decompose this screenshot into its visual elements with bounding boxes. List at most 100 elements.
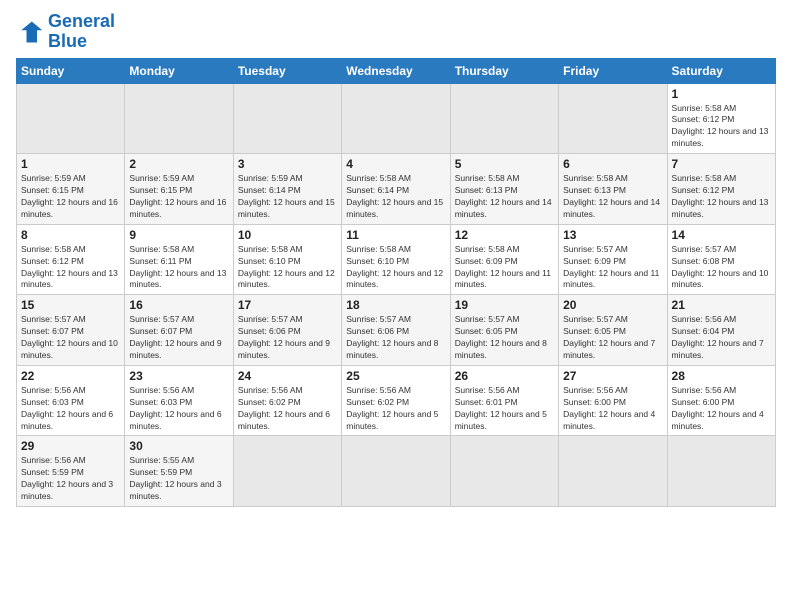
logo-icon [16, 18, 44, 46]
col-thursday: Thursday [450, 58, 558, 83]
day-number: 30 [129, 439, 228, 453]
day-number: 18 [346, 298, 445, 312]
day-number: 27 [563, 369, 662, 383]
day-info: Sunrise: 5:57 AMSunset: 6:05 PMDaylight:… [455, 314, 554, 362]
table-row: 14 Sunrise: 5:57 AMSunset: 6:08 PMDaylig… [667, 224, 775, 295]
table-row: 26 Sunrise: 5:56 AMSunset: 6:01 PMDaylig… [450, 365, 558, 436]
day-number: 13 [563, 228, 662, 242]
day-number: 5 [455, 157, 554, 171]
day-number: 15 [21, 298, 120, 312]
day-info: Sunrise: 5:57 AMSunset: 6:06 PMDaylight:… [346, 314, 445, 362]
calendar-table: Sunday Monday Tuesday Wednesday Thursday… [16, 58, 776, 507]
table-row: 5 Sunrise: 5:58 AMSunset: 6:13 PMDayligh… [450, 154, 558, 225]
day-info: Sunrise: 5:56 AMSunset: 6:02 PMDaylight:… [346, 385, 445, 433]
day-info: Sunrise: 5:55 AMSunset: 5:59 PMDaylight:… [129, 455, 228, 503]
day-number: 1 [21, 157, 120, 171]
table-row [125, 83, 233, 154]
table-row: 20 Sunrise: 5:57 AMSunset: 6:05 PMDaylig… [559, 295, 667, 366]
day-info: Sunrise: 5:56 AMSunset: 6:00 PMDaylight:… [672, 385, 771, 433]
logo-text: General Blue [48, 12, 115, 52]
day-number: 20 [563, 298, 662, 312]
day-info: Sunrise: 5:58 AMSunset: 6:13 PMDaylight:… [563, 173, 662, 221]
table-row: 4 Sunrise: 5:58 AMSunset: 6:14 PMDayligh… [342, 154, 450, 225]
day-number: 1 [672, 87, 771, 101]
day-info: Sunrise: 5:58 AMSunset: 6:12 PMDaylight:… [672, 103, 771, 151]
table-row: 1 Sunrise: 5:58 AMSunset: 6:12 PMDayligh… [667, 83, 775, 154]
day-info: Sunrise: 5:57 AMSunset: 6:08 PMDaylight:… [672, 244, 771, 292]
table-row: 29 Sunrise: 5:56 AMSunset: 5:59 PMDaylig… [17, 436, 125, 507]
table-row: 21 Sunrise: 5:56 AMSunset: 6:04 PMDaylig… [667, 295, 775, 366]
day-info: Sunrise: 5:56 AMSunset: 5:59 PMDaylight:… [21, 455, 120, 503]
day-number: 3 [238, 157, 337, 171]
table-row: 6 Sunrise: 5:58 AMSunset: 6:13 PMDayligh… [559, 154, 667, 225]
day-number: 4 [346, 157, 445, 171]
table-row: 15 Sunrise: 5:57 AMSunset: 6:07 PMDaylig… [17, 295, 125, 366]
table-row: 2 Sunrise: 5:59 AMSunset: 6:15 PMDayligh… [125, 154, 233, 225]
day-info: Sunrise: 5:58 AMSunset: 6:11 PMDaylight:… [129, 244, 228, 292]
col-tuesday: Tuesday [233, 58, 341, 83]
day-number: 25 [346, 369, 445, 383]
header: General Blue [16, 12, 776, 52]
col-saturday: Saturday [667, 58, 775, 83]
day-number: 16 [129, 298, 228, 312]
col-sunday: Sunday [17, 58, 125, 83]
table-row [450, 83, 558, 154]
day-number: 23 [129, 369, 228, 383]
table-row [342, 83, 450, 154]
table-row: 3 Sunrise: 5:59 AMSunset: 6:14 PMDayligh… [233, 154, 341, 225]
day-number: 24 [238, 369, 337, 383]
day-number: 21 [672, 298, 771, 312]
day-info: Sunrise: 5:56 AMSunset: 6:02 PMDaylight:… [238, 385, 337, 433]
day-info: Sunrise: 5:58 AMSunset: 6:10 PMDaylight:… [346, 244, 445, 292]
table-row [342, 436, 450, 507]
table-row: 9 Sunrise: 5:58 AMSunset: 6:11 PMDayligh… [125, 224, 233, 295]
day-number: 29 [21, 439, 120, 453]
day-info: Sunrise: 5:58 AMSunset: 6:09 PMDaylight:… [455, 244, 554, 292]
table-row: 24 Sunrise: 5:56 AMSunset: 6:02 PMDaylig… [233, 365, 341, 436]
day-number: 28 [672, 369, 771, 383]
table-row: 19 Sunrise: 5:57 AMSunset: 6:05 PMDaylig… [450, 295, 558, 366]
day-number: 14 [672, 228, 771, 242]
table-row: 30 Sunrise: 5:55 AMSunset: 5:59 PMDaylig… [125, 436, 233, 507]
table-row: 22 Sunrise: 5:56 AMSunset: 6:03 PMDaylig… [17, 365, 125, 436]
table-row [667, 436, 775, 507]
table-row [559, 83, 667, 154]
day-number: 8 [21, 228, 120, 242]
day-info: Sunrise: 5:56 AMSunset: 6:04 PMDaylight:… [672, 314, 771, 362]
day-number: 7 [672, 157, 771, 171]
day-info: Sunrise: 5:57 AMSunset: 6:07 PMDaylight:… [129, 314, 228, 362]
col-monday: Monday [125, 58, 233, 83]
table-row: 18 Sunrise: 5:57 AMSunset: 6:06 PMDaylig… [342, 295, 450, 366]
day-number: 6 [563, 157, 662, 171]
day-number: 11 [346, 228, 445, 242]
day-number: 12 [455, 228, 554, 242]
day-info: Sunrise: 5:58 AMSunset: 6:10 PMDaylight:… [238, 244, 337, 292]
day-info: Sunrise: 5:56 AMSunset: 6:03 PMDaylight:… [129, 385, 228, 433]
day-info: Sunrise: 5:57 AMSunset: 6:07 PMDaylight:… [21, 314, 120, 362]
day-number: 2 [129, 157, 228, 171]
table-row: 10 Sunrise: 5:58 AMSunset: 6:10 PMDaylig… [233, 224, 341, 295]
day-number: 10 [238, 228, 337, 242]
col-wednesday: Wednesday [342, 58, 450, 83]
table-row: 1 Sunrise: 5:59 AMSunset: 6:15 PMDayligh… [17, 154, 125, 225]
table-row: 13 Sunrise: 5:57 AMSunset: 6:09 PMDaylig… [559, 224, 667, 295]
day-info: Sunrise: 5:58 AMSunset: 6:13 PMDaylight:… [455, 173, 554, 221]
day-info: Sunrise: 5:59 AMSunset: 6:14 PMDaylight:… [238, 173, 337, 221]
table-row: 12 Sunrise: 5:58 AMSunset: 6:09 PMDaylig… [450, 224, 558, 295]
day-info: Sunrise: 5:59 AMSunset: 6:15 PMDaylight:… [129, 173, 228, 221]
table-row: 25 Sunrise: 5:56 AMSunset: 6:02 PMDaylig… [342, 365, 450, 436]
table-row: 8 Sunrise: 5:58 AMSunset: 6:12 PMDayligh… [17, 224, 125, 295]
day-info: Sunrise: 5:56 AMSunset: 6:03 PMDaylight:… [21, 385, 120, 433]
day-info: Sunrise: 5:56 AMSunset: 6:00 PMDaylight:… [563, 385, 662, 433]
day-info: Sunrise: 5:57 AMSunset: 6:06 PMDaylight:… [238, 314, 337, 362]
table-row: 7 Sunrise: 5:58 AMSunset: 6:12 PMDayligh… [667, 154, 775, 225]
table-row: 28 Sunrise: 5:56 AMSunset: 6:00 PMDaylig… [667, 365, 775, 436]
table-row [233, 83, 341, 154]
day-info: Sunrise: 5:56 AMSunset: 6:01 PMDaylight:… [455, 385, 554, 433]
table-row [233, 436, 341, 507]
table-row: 23 Sunrise: 5:56 AMSunset: 6:03 PMDaylig… [125, 365, 233, 436]
logo: General Blue [16, 12, 115, 52]
col-friday: Friday [559, 58, 667, 83]
table-row: 17 Sunrise: 5:57 AMSunset: 6:06 PMDaylig… [233, 295, 341, 366]
day-number: 17 [238, 298, 337, 312]
